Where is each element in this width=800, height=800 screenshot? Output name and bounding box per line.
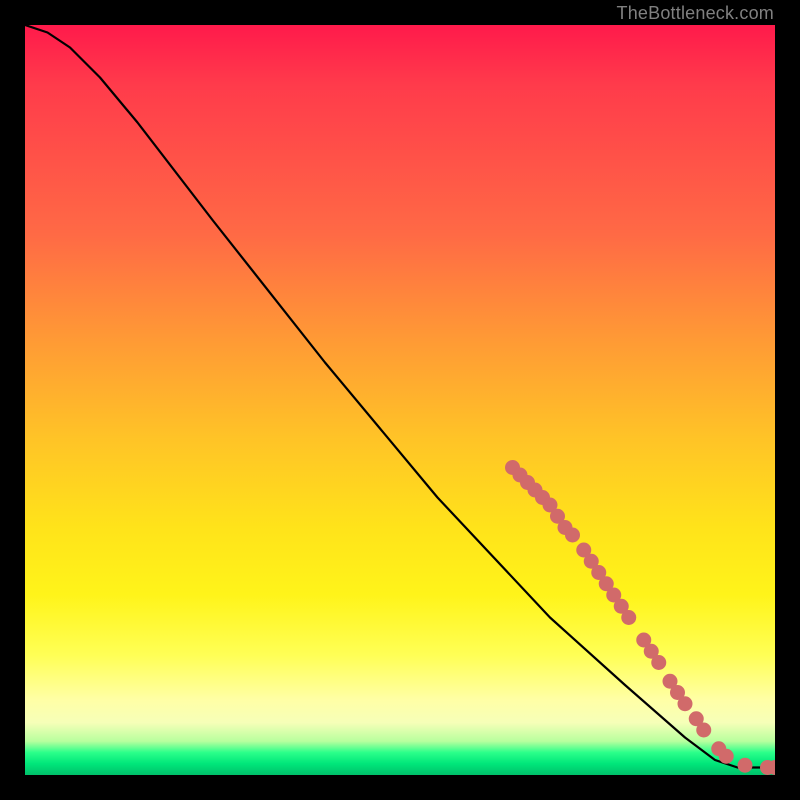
- data-marker: [584, 554, 599, 569]
- chart-overlay: [25, 25, 775, 775]
- data-marker: [558, 520, 573, 535]
- data-marker: [678, 696, 693, 711]
- data-marker: [535, 490, 550, 505]
- data-marker: [719, 749, 734, 764]
- data-marker: [591, 565, 606, 580]
- data-marker: [621, 610, 636, 625]
- chart-frame: TheBottleneck.com: [0, 0, 800, 800]
- data-marker: [606, 588, 621, 603]
- marker-group: [505, 460, 775, 775]
- watermark-text: TheBottleneck.com: [617, 3, 774, 24]
- data-marker: [768, 760, 776, 775]
- data-marker: [614, 599, 629, 614]
- data-marker: [576, 543, 591, 558]
- data-marker: [505, 460, 520, 475]
- data-marker: [543, 498, 558, 513]
- data-marker: [670, 685, 685, 700]
- data-marker: [696, 723, 711, 738]
- plot-area: [25, 25, 775, 775]
- bottleneck-curve: [25, 25, 775, 768]
- data-marker: [738, 758, 753, 773]
- data-marker: [528, 483, 543, 498]
- data-marker: [651, 655, 666, 670]
- data-marker: [663, 674, 678, 689]
- data-marker: [513, 468, 528, 483]
- data-marker: [565, 528, 580, 543]
- data-marker: [689, 711, 704, 726]
- data-marker: [711, 741, 726, 756]
- data-marker: [760, 760, 775, 775]
- data-marker: [550, 509, 565, 524]
- data-marker: [520, 475, 535, 490]
- data-marker: [599, 576, 614, 591]
- data-marker: [644, 644, 659, 659]
- data-marker: [636, 633, 651, 648]
